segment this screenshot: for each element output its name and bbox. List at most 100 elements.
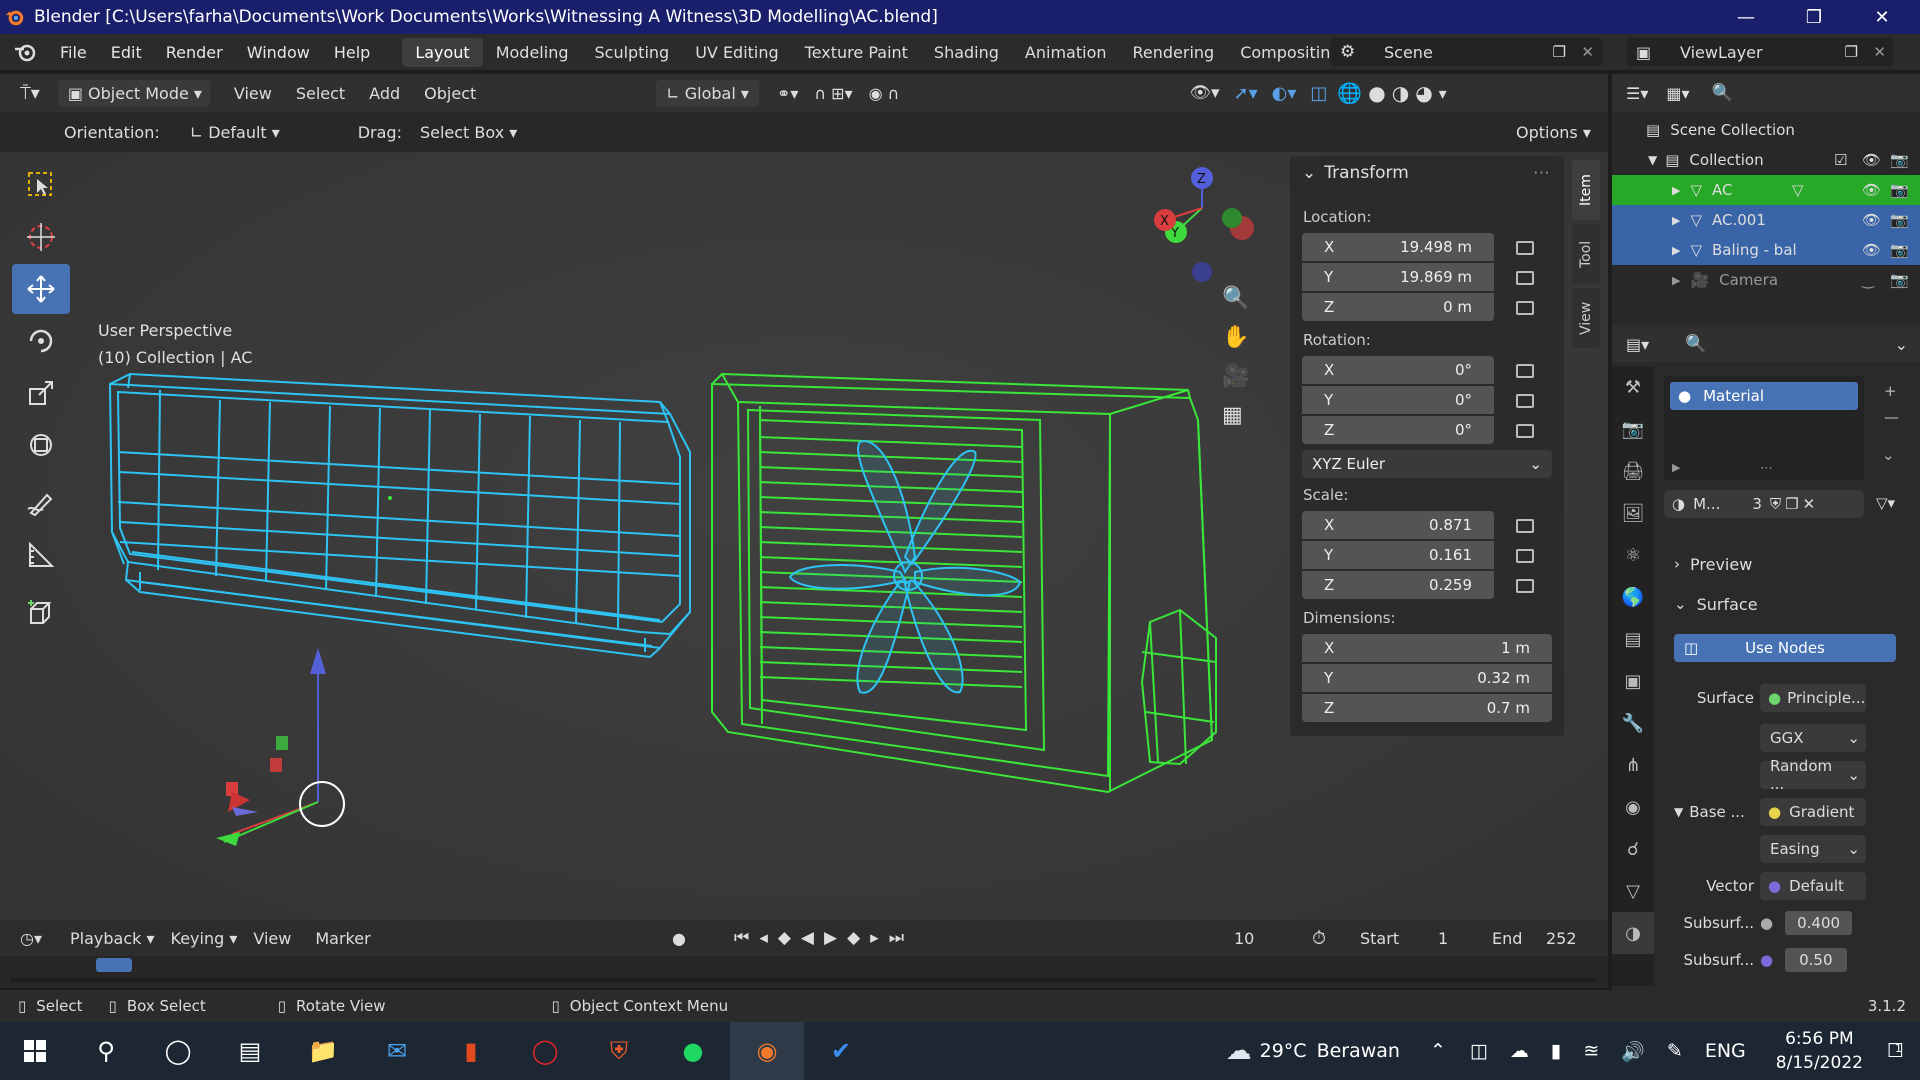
scene-tab-icon[interactable]: ⚛ [1612, 534, 1654, 576]
blender-menu-icon[interactable] [14, 40, 38, 64]
tab-sculpting[interactable]: Sculpting [581, 38, 682, 67]
menu-window[interactable]: Window [235, 43, 322, 62]
outliner-item-camera[interactable]: ▶ 🎥 Camera ‿ 📷 [1612, 265, 1920, 295]
object-tab-icon[interactable]: ▣ [1612, 660, 1654, 702]
opera-icon[interactable]: ◯ [508, 1022, 582, 1080]
material-slot-row[interactable]: ● Material [1670, 382, 1858, 410]
base-color-label-row[interactable]: ▼ Base ... [1674, 798, 1754, 826]
expand-ac-icon[interactable]: ▶ [1672, 184, 1680, 197]
add-slot-icon[interactable]: + [1884, 382, 1897, 400]
measure-tool[interactable] [12, 530, 70, 580]
add-cube-tool[interactable] [12, 588, 70, 638]
slot-expand-icon[interactable]: ▶ [1672, 461, 1680, 474]
lock-scale-x-icon[interactable] [1516, 519, 1534, 533]
material-shading-icon[interactable]: ◑ [1392, 81, 1409, 105]
spotify-icon[interactable]: ● [656, 1022, 730, 1080]
dimensions-y-field[interactable]: Y 0.32 m [1302, 664, 1552, 692]
render-tab-icon[interactable]: 📷 [1612, 408, 1654, 450]
object-menu[interactable]: Object [424, 84, 476, 103]
tab-uv-editing[interactable]: UV Editing [682, 38, 791, 67]
scale-z-field[interactable]: Z 0.259 [1302, 571, 1494, 599]
timeline-ruler[interactable] [0, 956, 1608, 988]
clock[interactable]: 6:56 PM 8/15/2022 [1776, 1027, 1863, 1075]
mode-dropdown[interactable]: ▣ Object Mode ▾ [57, 79, 210, 107]
minimize-button[interactable]: — [1716, 0, 1776, 34]
subsurface-field[interactable]: ● 0.400 [1760, 909, 1866, 937]
baling-eye-icon[interactable]: 👁 [1862, 241, 1881, 259]
orientation-dropdown[interactable]: ∟ Default ▾ [190, 123, 336, 142]
menu-help[interactable]: Help [322, 43, 382, 62]
surface-panel-header[interactable]: ⌄ Surface [1674, 590, 1904, 618]
jump-start-icon[interactable]: ⏮ [734, 928, 759, 948]
language-indicator[interactable]: ENG [1705, 1040, 1746, 1062]
restore-button[interactable]: ❐ [1784, 0, 1844, 34]
transform-header[interactable]: ⌄ Transform ⋯ [1290, 156, 1564, 190]
particles-tab-icon[interactable]: ⋔ [1612, 744, 1654, 786]
snap-icon[interactable]: ∩ ⊞▾ [814, 84, 852, 103]
physics-tab-icon[interactable]: ◉ [1612, 786, 1654, 828]
onedrive-icon[interactable]: ☁ [1510, 1040, 1529, 1062]
tab-animation[interactable]: Animation [1012, 38, 1120, 67]
tab-shading[interactable]: Shading [921, 38, 1012, 67]
camera-hidden-eye-icon[interactable]: ‿ [1862, 271, 1874, 289]
gizmo-toggle-icon[interactable]: ➚▾ [1234, 83, 1258, 104]
scale-tool[interactable] [12, 368, 70, 418]
view-layer-tab-icon[interactable]: 🖼 [1612, 492, 1654, 534]
use-nodes-button[interactable]: ◫ Use Nodes [1674, 634, 1896, 662]
dimensions-z-field[interactable]: Z 0.7 m [1302, 694, 1552, 722]
slot-resize-handle-icon[interactable]: ⋯ [1760, 461, 1773, 476]
slot-menu-icon[interactable]: ⌄ [1882, 446, 1895, 464]
add-menu[interactable]: Add [369, 84, 400, 103]
tab-layout[interactable]: Layout [402, 37, 483, 67]
navigation-gizmo[interactable]: Z Y X [1154, 167, 1254, 282]
lock-scale-z-icon[interactable] [1516, 579, 1534, 593]
material-tab-icon[interactable]: ◑ [1612, 912, 1654, 954]
collection-row[interactable]: ▼ ▤ Collection ☑ 👁 📷 [1612, 145, 1920, 175]
tool-tab-icon[interactable]: ⚒ [1612, 366, 1654, 408]
volume-icon[interactable]: 🔊 [1621, 1040, 1645, 1063]
mail-icon[interactable]: ✉ [360, 1022, 434, 1080]
lock-rotation-z-icon[interactable] [1516, 424, 1534, 438]
dimensions-x-field[interactable]: X 1 m [1302, 634, 1552, 662]
prev-key-icon[interactable]: ◂◆ [759, 928, 801, 948]
timeline-scrollbar[interactable] [10, 978, 1596, 982]
menu-file[interactable]: File [48, 43, 99, 62]
properties-search-icon[interactable]: 🔍 [1685, 334, 1706, 354]
collection-checkbox-icon[interactable]: ☑ [1834, 151, 1847, 169]
tab-modeling[interactable]: Modeling [483, 38, 582, 67]
proportional-edit-icon[interactable]: ◉ ∩ [869, 84, 900, 103]
new-view-layer-icon[interactable]: ❐ [1845, 43, 1858, 61]
duplicate-material-icon[interactable]: ❐ [1785, 495, 1798, 513]
pen-icon[interactable]: ✎ [1667, 1040, 1683, 1062]
blender-taskbar-icon[interactable]: ◉ [730, 1022, 804, 1080]
data-tab-icon[interactable]: ▽ [1612, 870, 1654, 912]
editor-type-icon[interactable]: ⍑▾ [20, 83, 40, 104]
ac-camera-icon[interactable]: 📷 [1890, 181, 1909, 199]
rotation-z-field[interactable]: Z 0° [1302, 416, 1494, 444]
cursor-tool[interactable] [12, 212, 70, 262]
select-box-tool[interactable] [12, 160, 70, 210]
unlink-material-icon[interactable]: ✕ [1803, 495, 1816, 513]
properties-options-icon[interactable]: ⌄ [1895, 335, 1908, 354]
expand-ac001-icon[interactable]: ▶ [1672, 214, 1680, 227]
zoom-icon[interactable]: 🔍 [1222, 286, 1249, 311]
overlay-toggle-icon[interactable]: ◐▾ [1272, 83, 1297, 104]
meet-now-icon[interactable]: ◫ [1470, 1040, 1488, 1062]
remove-view-layer-icon[interactable]: ✕ [1873, 43, 1886, 61]
end-frame-field[interactable]: 252 [1546, 929, 1577, 948]
playhead-marker[interactable] [96, 958, 132, 972]
view-menu[interactable]: View [234, 84, 272, 103]
expand-collection-icon[interactable]: ▼ [1648, 153, 1657, 167]
preview-panel-header[interactable]: › Preview [1674, 550, 1904, 578]
view-layer-selector[interactable]: ▣ ViewLayer ❐ ✕ [1626, 38, 1894, 66]
stopwatch-icon[interactable]: ⏱ [1312, 928, 1326, 949]
ac-eye-icon[interactable]: 👁 [1862, 181, 1881, 199]
properties-editor-icon[interactable]: ▤▾ [1626, 335, 1649, 354]
timeline-editor-icon[interactable]: ◷▾ [20, 929, 42, 948]
solid-shading-icon[interactable]: ● [1368, 81, 1385, 105]
lock-location-y-icon[interactable] [1516, 271, 1534, 285]
fake-user-icon[interactable]: ⛨ [1770, 495, 1781, 513]
brave-icon[interactable]: ⛨ [582, 1022, 656, 1080]
keying-menu[interactable]: Keying ▾ [171, 929, 238, 948]
select-menu[interactable]: Select [296, 84, 345, 103]
